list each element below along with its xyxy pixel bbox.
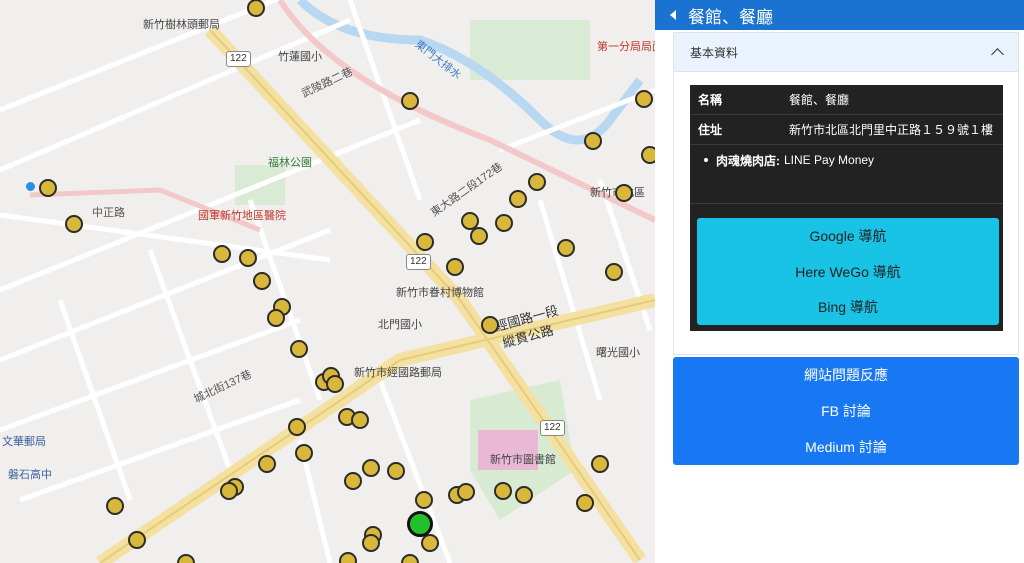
location-marker[interactable]	[339, 552, 357, 563]
google-nav-button[interactable]: Google 導航	[697, 218, 999, 254]
location-marker[interactable]	[584, 132, 602, 150]
location-marker[interactable]	[295, 444, 313, 462]
panel-blank-area	[655, 465, 1024, 563]
location-marker[interactable]	[362, 459, 380, 477]
payment-method: LINE Pay Money	[784, 153, 875, 167]
info-value: 餐館、餐廳	[789, 93, 850, 107]
location-marker[interactable]	[39, 179, 57, 197]
map-label: 福林公園	[268, 157, 312, 169]
map-label: 國軍新竹地區醫院	[198, 210, 286, 222]
location-marker[interactable]	[635, 90, 653, 108]
info-table: 名稱 餐館、餐廳 住址 新竹市北區北門里中正路１５９號１樓 肉魂燒肉店: LIN…	[690, 85, 1003, 331]
chevron-up-icon	[991, 48, 1004, 61]
basic-info-toggle[interactable]: 基本資料	[674, 33, 1018, 72]
panel-header[interactable]: 餐館、餐廳	[655, 0, 1024, 30]
panel-title: 餐館、餐廳	[688, 7, 773, 27]
herewego-nav-button[interactable]: Here WeGo 導航	[697, 254, 999, 290]
location-marker[interactable]	[290, 340, 308, 358]
location-marker[interactable]	[253, 272, 271, 290]
route-shield: 122	[406, 254, 431, 270]
route-shield: 122	[226, 51, 251, 67]
location-marker[interactable]	[326, 375, 344, 393]
map-view[interactable]: 新竹樹林頭郵局 竹蓮國小 武陵路二巷 東門大排水 第一分局局面 中正路 國軍新竹…	[0, 0, 655, 563]
fb-discussion-link[interactable]: FB 討論	[673, 393, 1019, 429]
location-marker[interactable]	[470, 227, 488, 245]
location-marker[interactable]	[267, 309, 285, 327]
current-location-dot	[26, 182, 35, 191]
navigation-buttons: Google 導航 Here WeGo 導航 Bing 導航	[697, 218, 999, 325]
location-marker[interactable]	[288, 418, 306, 436]
location-marker[interactable]	[415, 491, 433, 509]
map-label: 竹蓮國小	[278, 51, 322, 63]
basic-info-card: 基本資料 名稱 餐館、餐廳 住址 新竹市北區北門里中正路１５９號１樓 肉魂燒肉店…	[673, 32, 1019, 355]
location-marker[interactable]	[220, 482, 238, 500]
location-marker[interactable]	[591, 455, 609, 473]
bullet-icon	[704, 158, 708, 162]
location-marker[interactable]	[528, 173, 546, 191]
location-marker[interactable]	[213, 245, 231, 263]
shop-payment-item: 肉魂燒肉店: LINE Pay Money	[690, 145, 1003, 175]
location-marker[interactable]	[509, 190, 527, 208]
location-marker[interactable]	[416, 233, 434, 251]
location-marker[interactable]	[457, 483, 475, 501]
location-marker[interactable]	[351, 411, 369, 429]
location-marker[interactable]	[515, 486, 533, 504]
location-marker[interactable]	[615, 184, 633, 202]
location-marker[interactable]	[421, 534, 439, 552]
shop-name: 肉魂燒肉店:	[716, 153, 780, 168]
map-label: 新竹市圖書館	[490, 454, 556, 466]
bing-nav-button[interactable]: Bing 導航	[697, 289, 999, 325]
location-marker[interactable]	[605, 263, 623, 281]
location-marker[interactable]	[258, 455, 276, 473]
site-feedback-link[interactable]: 網站問題反應	[673, 357, 1019, 393]
map-label: 文華郵局	[2, 436, 46, 448]
location-marker[interactable]	[641, 146, 655, 164]
map-label: 第一分局局面	[597, 41, 655, 53]
info-key: 名稱	[698, 93, 723, 107]
location-marker[interactable]	[401, 92, 419, 110]
location-marker[interactable]	[362, 534, 380, 552]
info-value: 新竹市北區北門里中正路１５９號１樓	[789, 123, 994, 137]
location-marker[interactable]	[387, 462, 405, 480]
location-marker[interactable]	[495, 214, 513, 232]
location-marker[interactable]	[494, 482, 512, 500]
location-marker[interactable]	[576, 494, 594, 512]
map-label: 新竹市眷村博物館	[396, 287, 484, 299]
location-marker[interactable]	[557, 239, 575, 257]
map-label: 中正路	[92, 207, 125, 219]
info-panel: 餐館、餐廳 基本資料 名稱 餐館、餐廳 住址 新竹市北區北門里中正路１５９號１樓…	[655, 0, 1024, 563]
feedback-links: 網站問題反應 FB 討論 Medium 討論	[673, 357, 1019, 465]
info-row-address: 住址 新竹市北區北門里中正路１５９號１樓	[690, 115, 1003, 145]
info-row-name: 名稱 餐館、餐廳	[690, 85, 1003, 115]
location-marker[interactable]	[128, 531, 146, 549]
location-marker[interactable]	[65, 215, 83, 233]
medium-discussion-link[interactable]: Medium 討論	[673, 429, 1019, 465]
location-marker[interactable]	[344, 472, 362, 490]
map-label: 曙光國小	[596, 347, 640, 359]
location-marker[interactable]	[446, 258, 464, 276]
selected-location-marker[interactable]	[407, 511, 433, 537]
map-label: 新竹樹林頭郵局	[143, 19, 220, 31]
location-marker[interactable]	[239, 249, 257, 267]
divider	[690, 203, 1003, 204]
location-marker[interactable]	[106, 497, 124, 515]
map-label: 新竹市經國路郵局	[354, 367, 442, 379]
map-label: 北門國小	[378, 319, 422, 331]
location-marker[interactable]	[481, 316, 499, 334]
route-shield: 122	[540, 420, 565, 436]
section-title: 基本資料	[690, 45, 739, 60]
back-arrow-icon[interactable]	[670, 10, 676, 20]
map-label: 磐石高中	[8, 469, 52, 481]
info-key: 住址	[698, 123, 723, 137]
